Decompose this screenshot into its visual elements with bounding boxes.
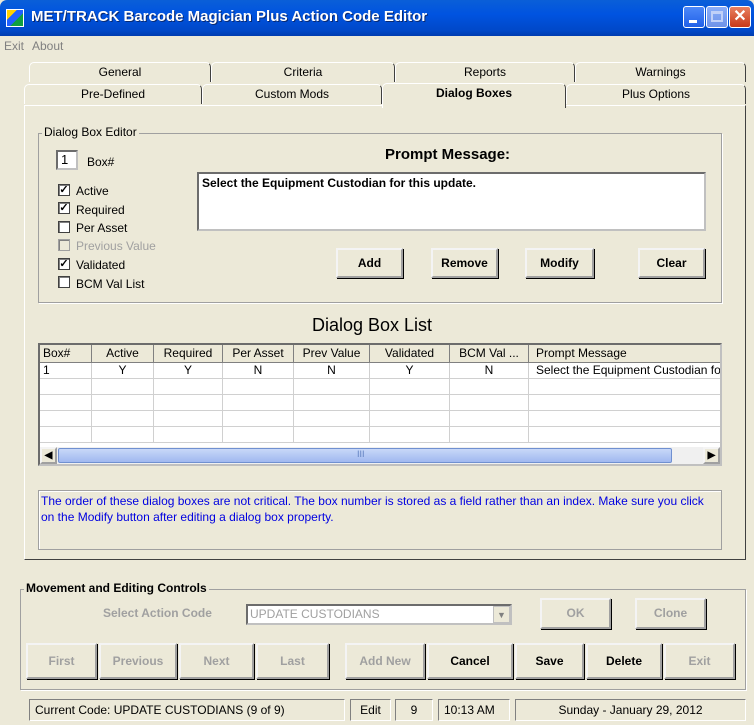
action-code-select[interactable]: UPDATE CUSTODIANS ▼: [246, 604, 512, 625]
add-button[interactable]: Add: [336, 248, 403, 278]
table-row-empty[interactable]: [40, 395, 720, 411]
movement-controls-legend: Movement and Editing Controls: [24, 581, 209, 595]
box-number-label: Box#: [87, 155, 115, 169]
active-checkbox[interactable]: ✓: [58, 184, 70, 196]
status-current-code: Current Code: UPDATE CUSTODIANS (9 of 9): [29, 699, 345, 721]
add-new-button: Add New: [345, 643, 425, 679]
box-number-input[interactable]: 1: [56, 150, 78, 170]
status-count: 9: [395, 699, 433, 721]
dialog-box-editor-legend: Dialog Box Editor: [42, 125, 139, 139]
cell-required: Y: [154, 363, 223, 379]
dialog-box-list-grid[interactable]: Box# Active Required Per Asset Prev Valu…: [38, 343, 722, 466]
cell-prev-value: N: [294, 363, 370, 379]
table-row[interactable]: 1 Y Y N N Y N Select the Equipment Custo…: [40, 363, 720, 379]
grid-header: Box# Active Required Per Asset Prev Valu…: [40, 345, 720, 363]
next-button: Next: [179, 643, 254, 679]
cell-validated: Y: [370, 363, 450, 379]
status-mode: Edit: [350, 699, 391, 721]
scroll-grip: III: [357, 449, 365, 459]
per-asset-checkbox[interactable]: [58, 221, 70, 233]
column-header-prev-value[interactable]: Prev Value: [294, 345, 370, 363]
clear-button[interactable]: Clear: [638, 248, 705, 278]
scroll-left-button[interactable]: ◀: [40, 447, 57, 464]
save-button[interactable]: Save: [515, 643, 584, 679]
scroll-thumb[interactable]: III: [58, 448, 672, 463]
modify-button[interactable]: Modify: [525, 248, 594, 278]
status-time: 10:13 AM: [438, 699, 510, 721]
column-header-prompt-message[interactable]: Prompt Message: [529, 345, 720, 363]
table-row-empty[interactable]: [40, 411, 720, 427]
previous-button: Previous: [99, 643, 177, 679]
cell-prompt-message: Select the Equipment Custodian fo: [529, 363, 720, 379]
column-header-active[interactable]: Active: [92, 345, 154, 363]
column-header-per-asset[interactable]: Per Asset: [223, 345, 294, 363]
prompt-message-label: Prompt Message:: [385, 146, 511, 163]
previous-value-checkbox-label: Previous Value: [76, 239, 156, 253]
cell-active: Y: [92, 363, 154, 379]
previous-value-checkbox: [58, 239, 70, 251]
validated-checkbox[interactable]: ✓: [58, 258, 70, 270]
first-button: First: [26, 643, 97, 679]
validated-checkbox-label: Validated: [76, 258, 126, 272]
bcm-val-list-checkbox-label: BCM Val List: [76, 277, 145, 291]
cell-per-asset: N: [223, 363, 294, 379]
column-header-validated[interactable]: Validated: [370, 345, 450, 363]
cell-bcm-val: N: [450, 363, 529, 379]
info-note: The order of these dialog boxes are not …: [38, 490, 722, 550]
status-date: Sunday - January 29, 2012: [515, 699, 746, 721]
column-header-box[interactable]: Box#: [40, 345, 92, 363]
select-action-code-label: Select Action Code: [103, 606, 212, 620]
exit-button: Exit: [664, 643, 735, 679]
table-row-empty[interactable]: [40, 379, 720, 395]
delete-button[interactable]: Delete: [586, 643, 662, 679]
action-code-select-value: UPDATE CUSTODIANS: [250, 607, 380, 621]
required-checkbox[interactable]: ✓: [58, 202, 70, 214]
clone-button: Clone: [635, 598, 706, 629]
table-row-empty[interactable]: [40, 427, 720, 443]
dialog-box-list-title: Dialog Box List: [312, 315, 433, 335]
cancel-button[interactable]: Cancel: [427, 643, 513, 679]
scroll-right-button[interactable]: ▶: [703, 447, 720, 464]
prompt-message-input[interactable]: Select the Equipment Custodian for this …: [197, 172, 706, 231]
ok-button: OK: [540, 598, 611, 629]
remove-button[interactable]: Remove: [431, 248, 498, 278]
last-button: Last: [256, 643, 329, 679]
column-header-bcm-val[interactable]: BCM Val ...: [450, 345, 529, 363]
cell-box: 1: [40, 363, 92, 379]
bcm-val-list-checkbox[interactable]: [58, 276, 70, 288]
per-asset-checkbox-label: Per Asset: [76, 221, 128, 235]
chevron-down-icon[interactable]: ▼: [493, 606, 510, 623]
column-header-required[interactable]: Required: [154, 345, 223, 363]
horizontal-scrollbar[interactable]: ◀ III ▶: [40, 447, 720, 464]
required-checkbox-label: Required: [76, 203, 125, 217]
active-checkbox-label: Active: [76, 184, 109, 198]
